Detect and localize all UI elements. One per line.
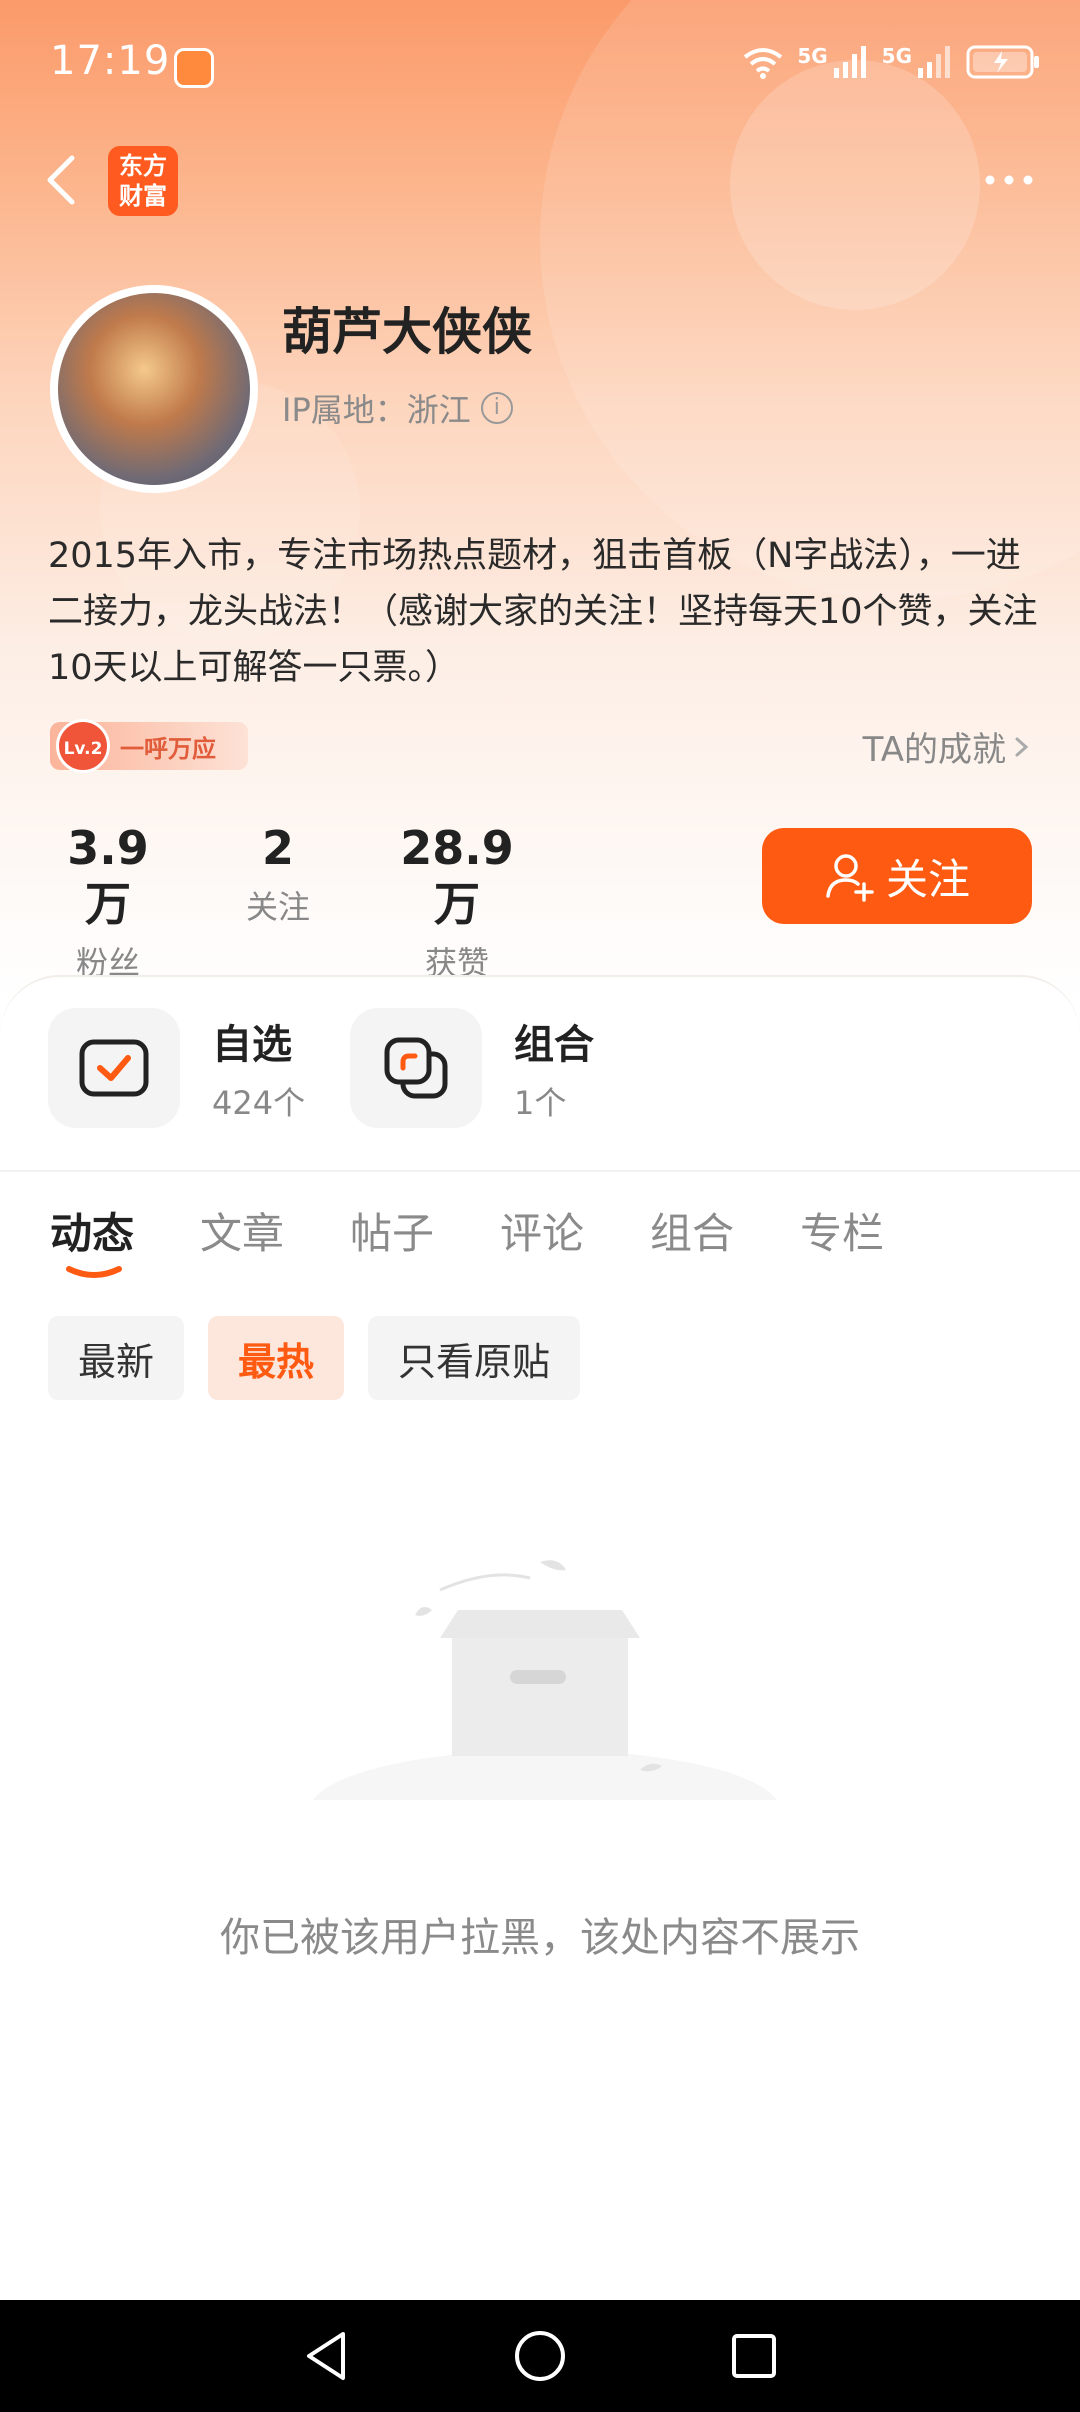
add-user-icon bbox=[826, 854, 874, 902]
back-button[interactable] bbox=[40, 142, 100, 222]
quick-portfolio[interactable]: 组合 1个 bbox=[350, 1008, 594, 1128]
achievements-link[interactable]: TA的成就 bbox=[863, 722, 1030, 771]
nav-back-icon[interactable] bbox=[301, 2328, 351, 2384]
watchlist-title: 自选 bbox=[212, 1022, 292, 1068]
filter-latest[interactable]: 最新 bbox=[48, 1316, 185, 1400]
signal-icon-2 bbox=[918, 46, 950, 78]
heart-app-icon bbox=[174, 48, 214, 88]
network-type-2: 5G bbox=[881, 44, 912, 68]
tab-comments[interactable]: 评论 bbox=[500, 1200, 650, 1261]
follow-label: 关注 bbox=[885, 854, 970, 904]
battery-charging-icon bbox=[966, 45, 1039, 79]
portfolio-overlap-icon bbox=[384, 1037, 448, 1099]
chevron-right-icon bbox=[1015, 737, 1029, 756]
avatar[interactable] bbox=[50, 285, 258, 493]
stat-value: 2 bbox=[261, 821, 294, 875]
more-dots-icon bbox=[985, 175, 1033, 185]
tab-posts[interactable]: 帖子 bbox=[350, 1200, 500, 1261]
portfolio-title: 组合 bbox=[514, 1022, 594, 1068]
username: 葫芦大侠侠 bbox=[282, 303, 532, 361]
watchlist-icon-box bbox=[48, 1008, 180, 1128]
content-tabs: 动态 文章 帖子 评论 组合 专栏 bbox=[50, 1200, 950, 1261]
tab-portfolio[interactable]: 组合 bbox=[650, 1200, 800, 1261]
tab-articles[interactable]: 文章 bbox=[200, 1200, 350, 1261]
stat-label: 关注 bbox=[245, 888, 310, 926]
status-bar: 17:19 5G 5G bbox=[0, 0, 1080, 130]
avatar-image bbox=[58, 293, 250, 485]
tab-dynamics[interactable]: 动态 bbox=[50, 1200, 200, 1261]
stat-value: 28.9万 bbox=[400, 821, 514, 931]
profile-bio: 2015年入市，专注市场热点题材，狙击首板（N字战法），一进二接力，龙头战法！（… bbox=[48, 536, 1038, 688]
tab-columns[interactable]: 专栏 bbox=[800, 1200, 950, 1261]
stat-value: 3.9万 bbox=[67, 821, 149, 931]
nav-recents-icon[interactable] bbox=[729, 2331, 779, 2381]
wifi-icon bbox=[744, 48, 783, 79]
ip-location-text: IP属地：浙江 bbox=[282, 391, 471, 429]
watchlist-check-icon bbox=[79, 1039, 149, 1097]
status-time: 17:19 bbox=[50, 38, 171, 84]
empty-box-illustration bbox=[310, 1560, 780, 1830]
follow-button[interactable]: 关注 bbox=[762, 828, 1032, 924]
badge-level: Lv.2 bbox=[56, 719, 110, 773]
ip-location: IP属地：浙江 i bbox=[282, 385, 513, 431]
more-menu-button[interactable] bbox=[974, 155, 1044, 205]
eastmoney-logo: 东方 财富 bbox=[108, 146, 178, 216]
badge-title: 一呼万应 bbox=[120, 734, 216, 763]
stat-likes[interactable]: 28.9万 获赞 bbox=[382, 820, 532, 984]
empty-state-message: 你已被该用户拉黑，该处内容不展示 bbox=[220, 1915, 860, 1961]
chevron-left-icon bbox=[47, 155, 75, 205]
info-icon[interactable]: i bbox=[480, 392, 513, 424]
logo-line-2: 财富 bbox=[119, 182, 167, 210]
logo-line-1: 东方 bbox=[119, 152, 167, 180]
signal-icon-1 bbox=[833, 46, 866, 78]
level-badge[interactable]: Lv.2 一呼万应 bbox=[50, 719, 248, 773]
portfolio-icon-box bbox=[350, 1008, 482, 1128]
network-type-1: 5G bbox=[797, 44, 828, 68]
nav-home-icon[interactable] bbox=[512, 2328, 568, 2384]
stat-following[interactable]: 2 关注 bbox=[228, 820, 328, 928]
active-tab-indicator bbox=[66, 1266, 122, 1278]
achievements-label: TA的成就 bbox=[862, 730, 1006, 770]
section-divider bbox=[0, 1170, 1080, 1172]
filter-hottest[interactable]: 最热 bbox=[208, 1316, 345, 1400]
status-icons: 5G 5G bbox=[743, 44, 1040, 80]
filter-original-only[interactable]: 只看原贴 bbox=[368, 1316, 581, 1400]
filter-chips: 最新 最热 只看原贴 bbox=[48, 1316, 581, 1400]
watchlist-count: 424个 bbox=[212, 1084, 306, 1122]
system-navigation-bar bbox=[0, 2300, 1080, 2412]
quick-watchlist[interactable]: 自选 424个 bbox=[48, 1008, 305, 1128]
portfolio-count: 1个 bbox=[514, 1084, 567, 1122]
stat-followers[interactable]: 3.9万 粉丝 bbox=[48, 820, 168, 984]
